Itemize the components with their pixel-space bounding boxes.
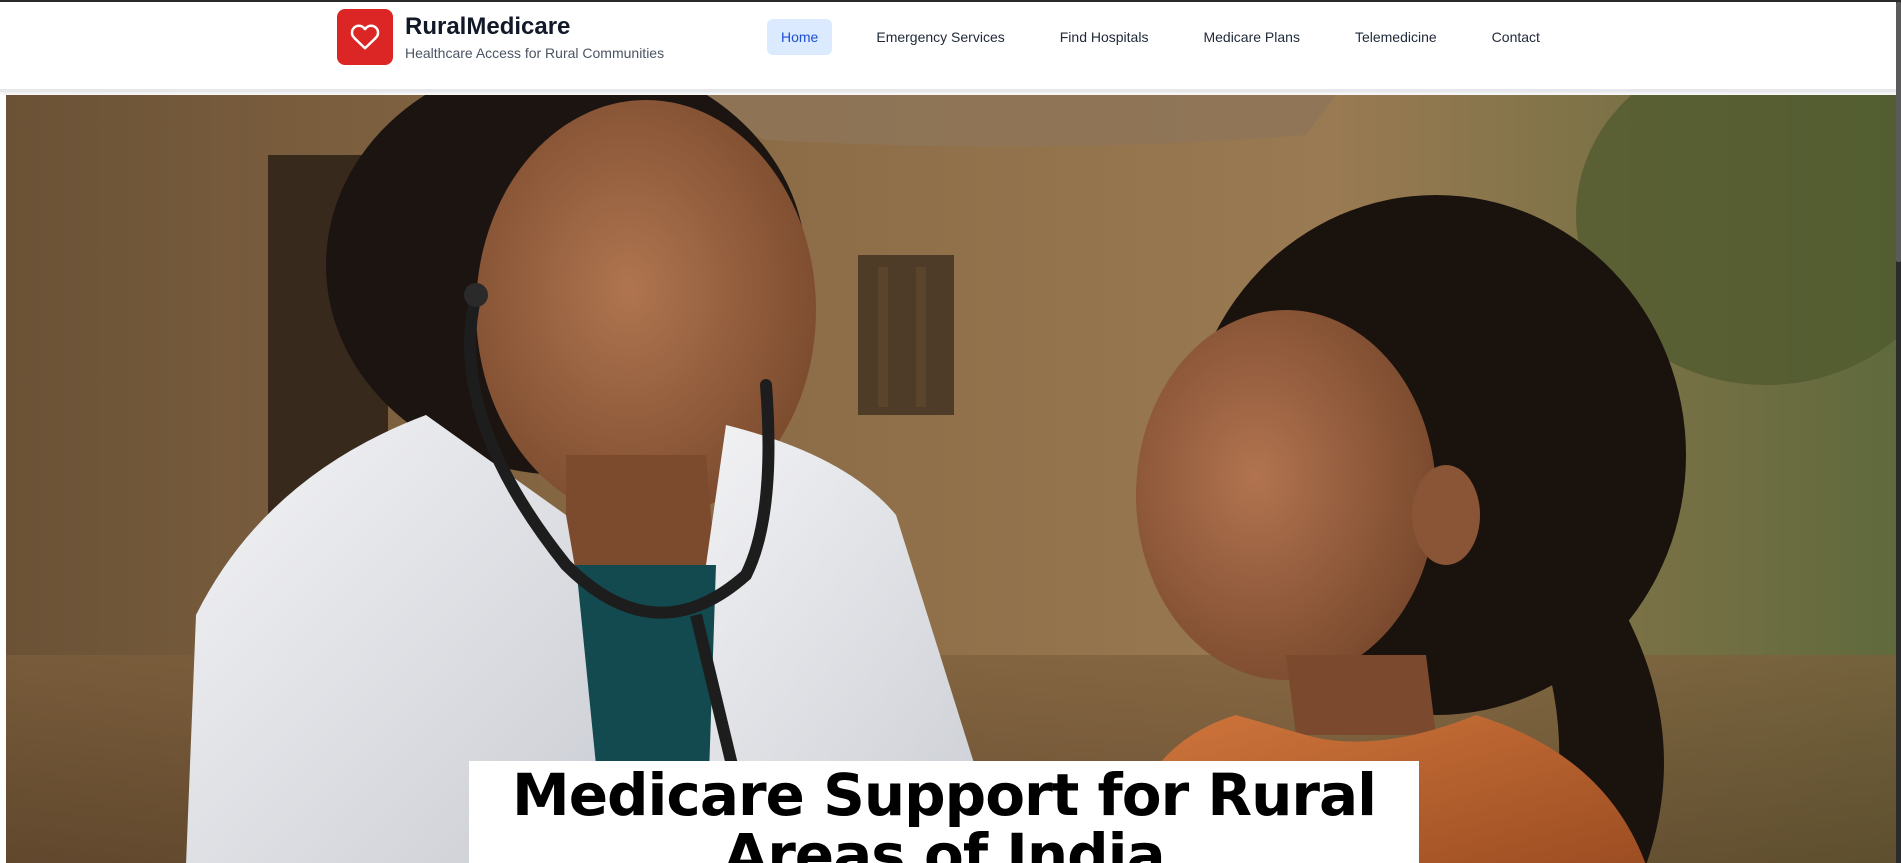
heart-icon (350, 24, 380, 50)
scrollbar-thumb[interactable] (1896, 2, 1901, 262)
hero-title-box: Medicare Support for Rural Areas of Indi… (469, 761, 1419, 863)
hero-image (6, 95, 1896, 863)
nav-medicare-plans[interactable]: Medicare Plans (1189, 19, 1314, 55)
page: RuralMedicare Healthcare Access for Rura… (0, 0, 1896, 863)
nav-emergency-services[interactable]: Emergency Services (862, 19, 1018, 55)
nav-find-hospitals[interactable]: Find Hospitals (1046, 19, 1163, 55)
brand-tagline: Healthcare Access for Rural Communities (405, 45, 665, 61)
nav-home[interactable]: Home (767, 19, 833, 55)
nav-telemedicine[interactable]: Telemedicine (1341, 19, 1451, 55)
site-header: RuralMedicare Healthcare Access for Rura… (0, 2, 1896, 92)
hero-title: Medicare Support for Rural Areas of Indi… (511, 761, 1377, 863)
logo (337, 9, 393, 65)
brand-name: RuralMedicare (405, 13, 571, 40)
brand[interactable]: RuralMedicare Healthcare Access for Rura… (337, 9, 664, 65)
nav-contact[interactable]: Contact (1478, 19, 1554, 55)
main-nav: Home Emergency Services Find Hospitals M… (767, 19, 1554, 55)
hero-section: Medicare Support for Rural Areas of Indi… (6, 95, 1896, 863)
scrollbar[interactable] (1896, 0, 1901, 863)
